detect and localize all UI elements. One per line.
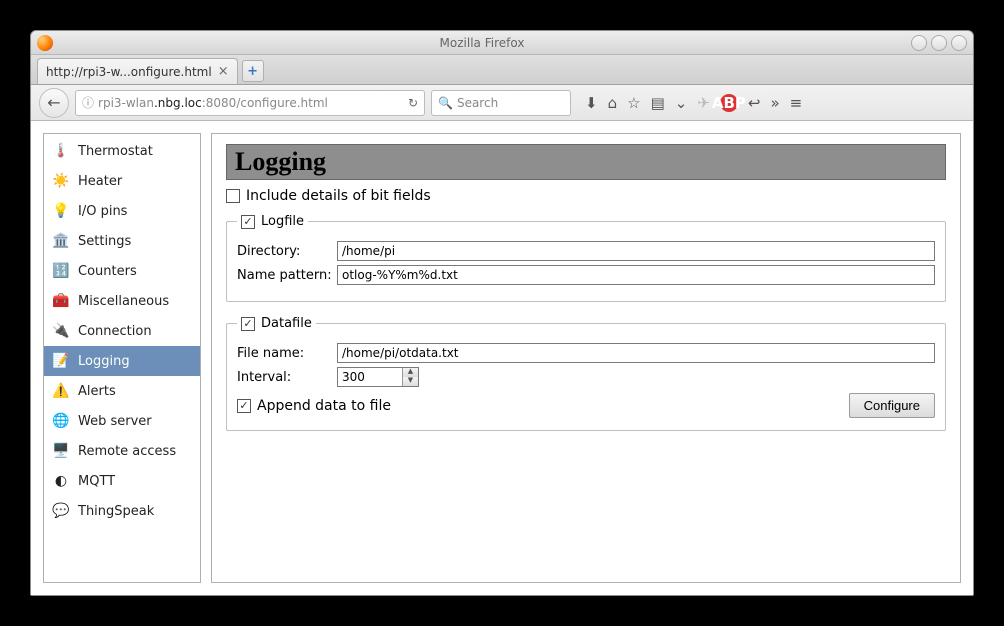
history-icon[interactable]: ↩ bbox=[748, 94, 761, 112]
include-details-checkbox[interactable] bbox=[226, 189, 240, 203]
append-label: Append data to file bbox=[257, 398, 391, 414]
sidebar-item-counters[interactable]: 🔢 Counters bbox=[44, 256, 200, 286]
browser-tab[interactable]: http://rpi3-w...onfigure.html × bbox=[37, 58, 238, 84]
sidebar-item-thermostat[interactable]: 🌡️ Thermostat bbox=[44, 136, 200, 166]
connection-icon: 🔌 bbox=[52, 322, 70, 340]
sidebar: 🌡️ Thermostat ☀️ Heater 💡 I/O pins 🏛️ Settin… bbox=[43, 133, 201, 583]
io-pins-icon: 💡 bbox=[52, 202, 70, 220]
search-bar[interactable]: 🔍 Search bbox=[431, 90, 571, 116]
back-button[interactable]: ← bbox=[39, 88, 69, 118]
sidebar-item-alerts[interactable]: ⚠️ Alerts bbox=[44, 376, 200, 406]
logfile-dir-input[interactable] bbox=[337, 241, 935, 261]
maximize-button[interactable] bbox=[931, 35, 947, 51]
thingspeak-icon: 💬 bbox=[52, 502, 70, 520]
sidebar-item-misc[interactable]: 🧰 Miscellaneous bbox=[44, 286, 200, 316]
sidebar-item-io-pins[interactable]: 💡 I/O pins bbox=[44, 196, 200, 226]
sidebar-item-label: Logging bbox=[78, 354, 130, 369]
settings-icon: 🏛️ bbox=[52, 232, 70, 250]
reload-icon[interactable]: ↻ bbox=[408, 96, 418, 110]
sidebar-item-label: Thermostat bbox=[78, 144, 153, 159]
sidebar-item-label: MQTT bbox=[78, 474, 115, 489]
sidebar-item-label: Connection bbox=[78, 324, 152, 339]
append-checkbox[interactable] bbox=[237, 399, 251, 413]
send-icon[interactable]: ✈ bbox=[697, 94, 710, 112]
logfile-fieldset: Logfile Directory: Name pattern: bbox=[226, 214, 946, 302]
pocket-icon[interactable]: ⌄ bbox=[675, 94, 688, 112]
url-bar[interactable]: ⓘ rpi3-wlan.nbg.loc:8080/configure.html … bbox=[75, 90, 425, 116]
datafile-file-input[interactable] bbox=[337, 343, 935, 363]
mqtt-icon: ◐ bbox=[52, 472, 70, 490]
bookmark-star-icon[interactable]: ☆ bbox=[627, 94, 640, 112]
sidebar-item-remote-access[interactable]: 🖥️ Remote access bbox=[44, 436, 200, 466]
sidebar-item-label: Web server bbox=[78, 414, 152, 429]
close-window-button[interactable] bbox=[951, 35, 967, 51]
sidebar-item-connection[interactable]: 🔌 Connection bbox=[44, 316, 200, 346]
url-text: rpi3-wlan.nbg.loc:8080/configure.html bbox=[98, 96, 404, 110]
datafile-fieldset: Datafile File name: Interval: ▲ ▼ bbox=[226, 316, 946, 431]
main-panel: Logging Include details of bit fields Lo… bbox=[211, 133, 961, 583]
site-info-icon[interactable]: ⓘ bbox=[82, 94, 94, 111]
sidebar-item-mqtt[interactable]: ◐ MQTT bbox=[44, 466, 200, 496]
search-placeholder: Search bbox=[457, 96, 498, 110]
sidebar-item-label: Alerts bbox=[78, 384, 116, 399]
datafile-interval-label: Interval: bbox=[237, 370, 337, 385]
sidebar-item-settings[interactable]: 🏛️ Settings bbox=[44, 226, 200, 256]
counters-icon: 🔢 bbox=[52, 262, 70, 280]
sidebar-item-label: Settings bbox=[78, 234, 131, 249]
thermostat-icon: 🌡️ bbox=[52, 142, 70, 160]
datafile-enable-checkbox[interactable] bbox=[241, 317, 255, 331]
firefox-window: Mozilla Firefox http://rpi3-w...onfigure… bbox=[30, 30, 974, 596]
minimize-button[interactable] bbox=[911, 35, 927, 51]
overflow-icon[interactable]: » bbox=[770, 94, 779, 112]
downloads-icon[interactable]: ⬇ bbox=[585, 94, 598, 112]
sidebar-item-logging[interactable]: 📝 Logging bbox=[44, 346, 200, 376]
home-icon[interactable]: ⌂ bbox=[608, 94, 618, 112]
sidebar-item-web-server[interactable]: 🌐 Web server bbox=[44, 406, 200, 436]
heater-icon: ☀️ bbox=[52, 172, 70, 190]
tab-label: http://rpi3-w...onfigure.html bbox=[46, 65, 212, 79]
logfile-pattern-input[interactable] bbox=[337, 265, 935, 285]
sidebar-item-label: Heater bbox=[78, 174, 122, 189]
logging-icon: 📝 bbox=[52, 352, 70, 370]
sidebar-item-thingspeak[interactable]: 💬 ThingSpeak bbox=[44, 496, 200, 526]
misc-icon: 🧰 bbox=[52, 292, 70, 310]
sidebar-item-heater[interactable]: ☀️ Heater bbox=[44, 166, 200, 196]
new-tab-button[interactable]: + bbox=[242, 60, 264, 82]
search-icon: 🔍 bbox=[438, 96, 453, 110]
datafile-legend: Datafile bbox=[261, 316, 312, 331]
hamburger-menu-icon[interactable]: ≡ bbox=[790, 94, 803, 112]
sidebar-item-label: I/O pins bbox=[78, 204, 127, 219]
configure-button[interactable]: Configure bbox=[849, 393, 935, 418]
tab-strip: http://rpi3-w...onfigure.html × + bbox=[31, 55, 973, 85]
window-title: Mozilla Firefox bbox=[53, 36, 911, 50]
web-server-icon: 🌐 bbox=[52, 412, 70, 430]
logfile-enable-checkbox[interactable] bbox=[241, 215, 255, 229]
sidebar-item-label: Counters bbox=[78, 264, 137, 279]
include-details-label: Include details of bit fields bbox=[246, 188, 431, 204]
sidebar-item-label: Remote access bbox=[78, 444, 176, 459]
logfile-pattern-label: Name pattern: bbox=[237, 268, 337, 283]
datafile-file-label: File name: bbox=[237, 346, 337, 361]
sidebar-toggle-icon[interactable]: ▤ bbox=[651, 94, 665, 112]
alerts-icon: ⚠️ bbox=[52, 382, 70, 400]
abp-icon[interactable]: ABP bbox=[720, 94, 738, 112]
sidebar-item-label: ThingSpeak bbox=[78, 504, 154, 519]
logfile-dir-label: Directory: bbox=[237, 244, 337, 259]
sidebar-item-label: Miscellaneous bbox=[78, 294, 169, 309]
interval-step-down[interactable]: ▼ bbox=[403, 377, 418, 386]
toolbar: ← ⓘ rpi3-wlan.nbg.loc:8080/configure.htm… bbox=[31, 85, 973, 121]
firefox-icon bbox=[37, 35, 53, 51]
titlebar: Mozilla Firefox bbox=[31, 31, 973, 55]
datafile-interval-input[interactable] bbox=[338, 368, 402, 386]
logfile-legend: Logfile bbox=[261, 214, 304, 229]
tab-close-icon[interactable]: × bbox=[218, 64, 229, 79]
page-heading: Logging bbox=[226, 144, 946, 180]
remote-access-icon: 🖥️ bbox=[52, 442, 70, 460]
